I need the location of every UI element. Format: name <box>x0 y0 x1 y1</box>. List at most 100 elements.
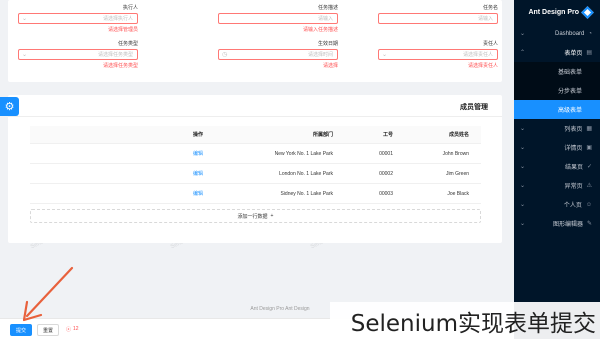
sidebar-item-label: 图形编辑器 <box>552 222 583 228</box>
task-desc-input[interactable]: 请输入 <box>218 13 338 24</box>
sidebar-item-label: 详情页 <box>564 146 583 152</box>
form-field-owner: 责任人 ⌄ 请选择责任人 请选择责任人 <box>378 40 498 74</box>
cell-dept: New York No. 1 Lake Park <box>274 150 333 157</box>
select-placeholder: 请选择执行人 <box>102 16 133 22</box>
profile-icon: ▣ <box>586 145 592 151</box>
field-error: 请选择管理员 <box>107 27 138 33</box>
chevron-up-icon: ⌃ <box>520 50 526 56</box>
app-title: Ant Design Pro <box>528 8 579 16</box>
field-label: 任务名 <box>482 5 498 11</box>
caption-overlay: Selenium实现表单提交 <box>330 302 600 339</box>
chevron-down-icon: ⌄ <box>22 52 28 58</box>
error-circle-icon: ⓧ <box>66 327 72 333</box>
col-header-no: 工号 <box>382 132 393 138</box>
sidebar-item-dashboard[interactable]: ⌄ Dashboard ◔ <box>514 24 600 43</box>
owner-select[interactable]: ⌄ 请选择责任人 <box>378 49 498 60</box>
sidebar-item-result[interactable]: ⌄ 结果页 ✓ <box>514 157 600 176</box>
check-circle-icon: ✓ <box>586 164 592 170</box>
settings-drawer-button[interactable]: ⚙ <box>0 97 19 116</box>
task-form-card: 任务名 请输入 任务描述 请输入 请输入任务描述 执行人 ⌄ 请选择执行人 请选… <box>8 0 502 82</box>
sidebar-item-label: 异常页 <box>564 184 583 190</box>
member-management-card: 成员管理 成员姓名 工号 所属部门 操作 John Brown 00001 Ne… <box>8 95 502 243</box>
field-error: 请选择责任人 <box>467 63 498 69</box>
field-label: 执行人 <box>122 5 138 11</box>
field-error: 请输入任务描述 <box>302 27 338 33</box>
cell-name: Jim Green <box>445 170 469 177</box>
error-count: 12 <box>73 326 79 332</box>
form-icon: ▤ <box>586 50 592 56</box>
table-row: Joe Black 00003 Sidney No. 1 Lake Park 编… <box>30 184 481 204</box>
sidebar-item-exception[interactable]: ⌄ 异常页 ⚠ <box>514 176 600 195</box>
error-indicator[interactable]: ⓧ 12 <box>66 326 79 333</box>
chevron-down-icon: ⌄ <box>520 31 526 37</box>
chevron-down-icon: ⌄ <box>520 221 526 227</box>
sidebar-item-account[interactable]: ⌄ 个人页 ☺ <box>514 195 600 214</box>
card-title: 成员管理 <box>460 104 488 111</box>
edit-link[interactable]: 编辑 <box>131 164 211 183</box>
divider <box>8 116 502 117</box>
date-picker-input[interactable]: ◷ 请选择时间 <box>218 49 338 60</box>
table-icon: ▦ <box>586 126 592 132</box>
table-row: John Brown 00001 New York No. 1 Lake Par… <box>30 144 481 164</box>
sidebar-item-forms[interactable]: ⌃ 表单页 ▤ <box>514 43 600 62</box>
sidebar-item-list[interactable]: ⌄ 列表页 ▦ <box>514 119 600 138</box>
cell-name: Joe Black <box>447 190 469 197</box>
executor-select[interactable]: ⌄ 请选择执行人 <box>18 13 138 24</box>
sidebar-item-label: 结果页 <box>564 165 583 171</box>
table-header: 成员姓名 工号 所属部门 操作 <box>30 126 481 144</box>
cell-no: 00002 <box>379 170 393 177</box>
gear-icon: ⚙ <box>4 101 15 113</box>
form-field-effective-date: 生效日期 ◷ 请选择时间 请选择 <box>218 40 338 74</box>
clock-icon: ◷ <box>222 52 228 58</box>
field-error: 请选择 <box>322 63 338 69</box>
col-header-op: 操作 <box>192 132 203 138</box>
form-field-executor: 执行人 ⌄ 请选择执行人 请选择管理员 <box>18 4 138 34</box>
sidebar-item-label: 表单页 <box>564 51 583 57</box>
chevron-down-icon: ⌄ <box>520 126 526 132</box>
sidebar-item-label: Dashboard <box>555 30 585 37</box>
form-field-task-desc: 任务描述 请输入 请输入任务描述 <box>218 4 338 34</box>
highlight-icon: ✎ <box>586 221 592 227</box>
add-row-label: 添加一行数据 <box>237 213 268 220</box>
sidebar-submenu-forms: 基础表单 分步表单 高级表单 <box>514 62 600 119</box>
edit-link[interactable]: 编辑 <box>131 144 211 163</box>
plus-icon: + <box>270 213 274 219</box>
warning-icon: ⚠ <box>586 183 592 189</box>
form-field-task-type: 任务类型 ⌄ 请选择任务类型 请选择任务类型 <box>18 40 138 74</box>
reset-button[interactable]: 重置 <box>37 324 59 336</box>
chevron-down-icon: ⌄ <box>520 202 526 208</box>
submit-button[interactable]: 提交 <box>10 324 32 336</box>
field-label: 任务描述 <box>317 5 338 11</box>
sidebar-subitem-step-form[interactable]: 分步表单 <box>514 81 600 100</box>
sidebar-item-editor[interactable]: ⌄ 图形编辑器 ✎ <box>514 214 600 233</box>
user-icon: ☺ <box>585 201 592 208</box>
app-logo: Ant Design Pro <box>514 0 600 24</box>
chevron-down-icon: ⌄ <box>22 16 28 22</box>
field-label: 任务类型 <box>117 41 138 47</box>
cell-no: 00003 <box>379 190 393 197</box>
cell-no: 00001 <box>379 150 393 157</box>
page-content: Serati Li Serati Li Serati Li Serati Li … <box>0 0 514 339</box>
chevron-down-icon: ⌄ <box>520 164 526 170</box>
field-label: 生效日期 <box>317 41 338 47</box>
task-name-input[interactable]: 请输入 <box>378 13 498 24</box>
member-table: 成员姓名 工号 所属部门 操作 John Brown 00001 New Yor… <box>30 126 481 204</box>
sidebar-subitem-advanced-form[interactable]: 高级表单 <box>514 100 600 119</box>
chevron-down-icon: ⌄ <box>520 145 526 151</box>
table-row: Jim Green 00002 London No. 1 Lake Park 编… <box>30 164 481 184</box>
cell-dept: Sidney No. 1 Lake Park <box>280 190 333 197</box>
sidebar-item-profile[interactable]: ⌄ 详情页 ▣ <box>514 138 600 157</box>
add-row-button[interactable]: 添加一行数据 + <box>30 209 481 223</box>
field-error: 请选择任务类型 <box>102 63 138 69</box>
col-header-dept: 所属部门 <box>312 132 333 138</box>
cell-dept: London No. 1 Lake Park <box>279 170 333 177</box>
chevron-down-icon: ⌄ <box>520 183 526 189</box>
logo-icon <box>581 5 594 19</box>
dashboard-icon: ◔ <box>588 30 592 37</box>
sidebar-item-label: 个人页 <box>563 203 582 209</box>
col-header-name: 成员姓名 <box>448 132 469 138</box>
form-field-task-name: 任务名 请输入 <box>378 4 498 34</box>
edit-link[interactable]: 编辑 <box>131 184 211 203</box>
task-type-select[interactable]: ⌄ 请选择任务类型 <box>18 49 138 60</box>
sidebar-subitem-basic-form[interactable]: 基础表单 <box>514 62 600 81</box>
